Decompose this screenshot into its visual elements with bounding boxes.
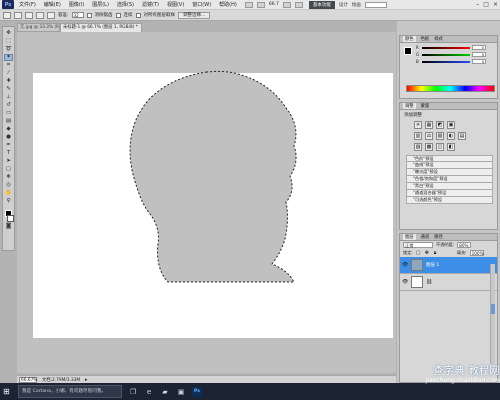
preset-item-channel-mixer[interactable]: "通道混合器"预设 [406,190,493,197]
adjustments-panel-title: 添加调整 [404,113,422,118]
preset-item-levels[interactable]: "色阶"预设 [406,155,493,162]
blue-slider-row: B 0 [416,59,497,64]
layer-link-icon: ⛓︎ [426,279,433,285]
layers-scrollbar-thumb[interactable] [491,304,495,314]
right-panel-dock: 颜色 色板 样式 R 0 G 0 B 0 调整 蒙版 添加调整 ☀ ▦ ◩ ▣ … [397,21,500,383]
red-value[interactable]: 0 [472,45,486,50]
tab-layers[interactable]: 图层 [403,234,416,240]
fill-label: 填充: [456,250,467,255]
photo-filter-icon[interactable]: ▤ [458,132,466,140]
opacity-input[interactable]: 80% [457,242,472,248]
gradient-map-icon[interactable]: ◧ [447,143,455,151]
tab-channels[interactable]: 通道 [421,234,430,240]
preset-item-exposure[interactable]: "曝光度"预设 [406,169,493,176]
red-label: R [416,45,419,50]
watermark-url: jiaocheng.chazidian.com [425,377,500,384]
preset-item-selective-color[interactable]: "可选颜色"预设 [406,197,493,204]
lock-all-icon[interactable]: 🔒︎ [434,250,440,256]
adjustments-panel: 调整 蒙版 添加调整 ☀ ▦ ◩ ▣ ▥ ⚖ ▧ ◐ ▤ ▨ ▩ ◫ ◧ "色阶… [399,102,498,230]
layer-thumbnail [411,276,423,288]
levels-icon[interactable]: ▦ [425,121,433,129]
store-icon[interactable]: ▣ [176,387,186,397]
preset-item-curves[interactable]: "曲线"预设 [406,162,493,169]
zoom-field[interactable]: 66.67% [19,376,37,383]
status-menu-arrow-icon[interactable]: ▸ [85,377,91,383]
adjustment-icons-row-3: ▨ ▩ ◫ ◧ [414,143,497,151]
posterize-icon[interactable]: ▩ [425,143,433,151]
lock-fill-row: 锁定: ▢ ✥ 🔒︎ 填充: 100% [400,249,497,257]
tab-masks[interactable]: 蒙版 [421,103,430,109]
red-slider[interactable] [422,46,470,49]
red-slider-row: R 0 [416,45,497,50]
blend-mode-select[interactable]: 正常 [403,242,433,248]
blue-value[interactable]: 0 [472,59,486,64]
preset-item-black-white[interactable]: "黑白"预设 [406,183,493,190]
green-slider[interactable] [422,53,470,56]
blend-opacity-row: 正常 不透明度: 80% [400,241,497,249]
layers-scrollbar[interactable] [490,264,495,364]
black-white-icon[interactable]: ◐ [447,132,455,140]
preset-item-hue-saturation[interactable]: "色相/饱和度"预设 [406,176,493,183]
layers-panel-tabs: 图层 通道 路径 [400,234,497,241]
layer-name[interactable]: 图层 1 [426,262,439,268]
tab-paths[interactable]: 路径 [434,234,443,240]
photoshop-taskbar-icon[interactable]: Ps [192,386,202,397]
tab-swatches[interactable]: 色板 [421,36,430,42]
opacity-label: 不透明度: [436,242,455,247]
layers-panel: 图层 通道 路径 正常 不透明度: 80% 锁定: ▢ ✥ 🔒︎ 填充: 100… [399,233,498,383]
green-value[interactable]: 0 [472,52,486,57]
green-slider-row: G 0 [416,52,497,57]
windows-start-icon[interactable]: ⊞ [3,387,12,396]
color-spectrum-bar[interactable] [406,85,495,92]
layer-thumbnail [411,259,423,271]
color-balance-icon[interactable]: ⚖ [425,132,433,140]
adjustment-icons-row-2: ▥ ⚖ ▧ ◐ ▤ [414,132,497,140]
lock-label: 锁定: [403,250,413,255]
layer-visibility-eye-icon[interactable]: 👁︎ [402,262,408,268]
fill-input[interactable]: 100% [469,250,484,256]
preset-list: "色阶"预设 "曲线"预设 "曝光度"预设 "色相/饱和度"预设 "黑白"预设 … [400,155,497,204]
lock-transparency-icon[interactable]: ▢ [416,250,422,256]
layer-row-background[interactable]: 👁︎ ⛓︎ [400,274,497,291]
cortana-search-box[interactable]: 我是 Cortana，小娜。有问题尽管问我。 [18,385,122,398]
blue-label: B [416,59,419,64]
watermark: 查字典 教程网 jiaocheng.chazidian.com [362,362,500,400]
tab-adjustments[interactable]: 调整 [403,103,416,109]
color-panel-foreground-swatch[interactable] [404,47,412,55]
green-label: G [416,52,420,57]
adjustment-icons-row-1: ☀ ▦ ◩ ▣ [414,121,497,129]
edge-browser-icon[interactable]: e [144,387,154,397]
vibrance-icon[interactable]: ▥ [414,132,422,140]
layer-row-layer-1[interactable]: 👁︎ 图层 1 [400,257,497,274]
status-bar: 66.67% 文档:2.79M/3.33M ▸ [17,375,396,383]
tab-styles[interactable]: 样式 [434,36,443,42]
watermark-title: 查字典 教程网 [433,366,500,377]
blue-slider[interactable] [422,60,470,63]
curves-icon[interactable]: ◩ [436,121,444,129]
head-silhouette-selection[interactable] [129,70,297,283]
file-explorer-icon[interactable]: ▰ [160,387,170,397]
tab-color[interactable]: 颜色 [403,36,416,42]
exposure-icon[interactable]: ▣ [447,121,455,129]
invert-icon[interactable]: ▨ [414,143,422,151]
lock-position-icon[interactable]: ✥ [425,250,431,256]
document-size-info[interactable]: 文档:2.79M/3.33M [42,377,80,383]
adjustments-panel-tabs: 调整 蒙版 [400,103,497,110]
threshold-icon[interactable]: ◫ [436,143,444,151]
color-panel: 颜色 色板 样式 R 0 G 0 B 0 [399,35,498,99]
color-panel-tabs: 颜色 色板 样式 [400,36,497,43]
layer-visibility-eye-icon[interactable]: 👁︎ [402,279,408,285]
task-view-icon[interactable]: ❐ [128,387,138,397]
brightness-contrast-icon[interactable]: ☀ [414,121,422,129]
hue-saturation-icon[interactable]: ▧ [436,132,444,140]
